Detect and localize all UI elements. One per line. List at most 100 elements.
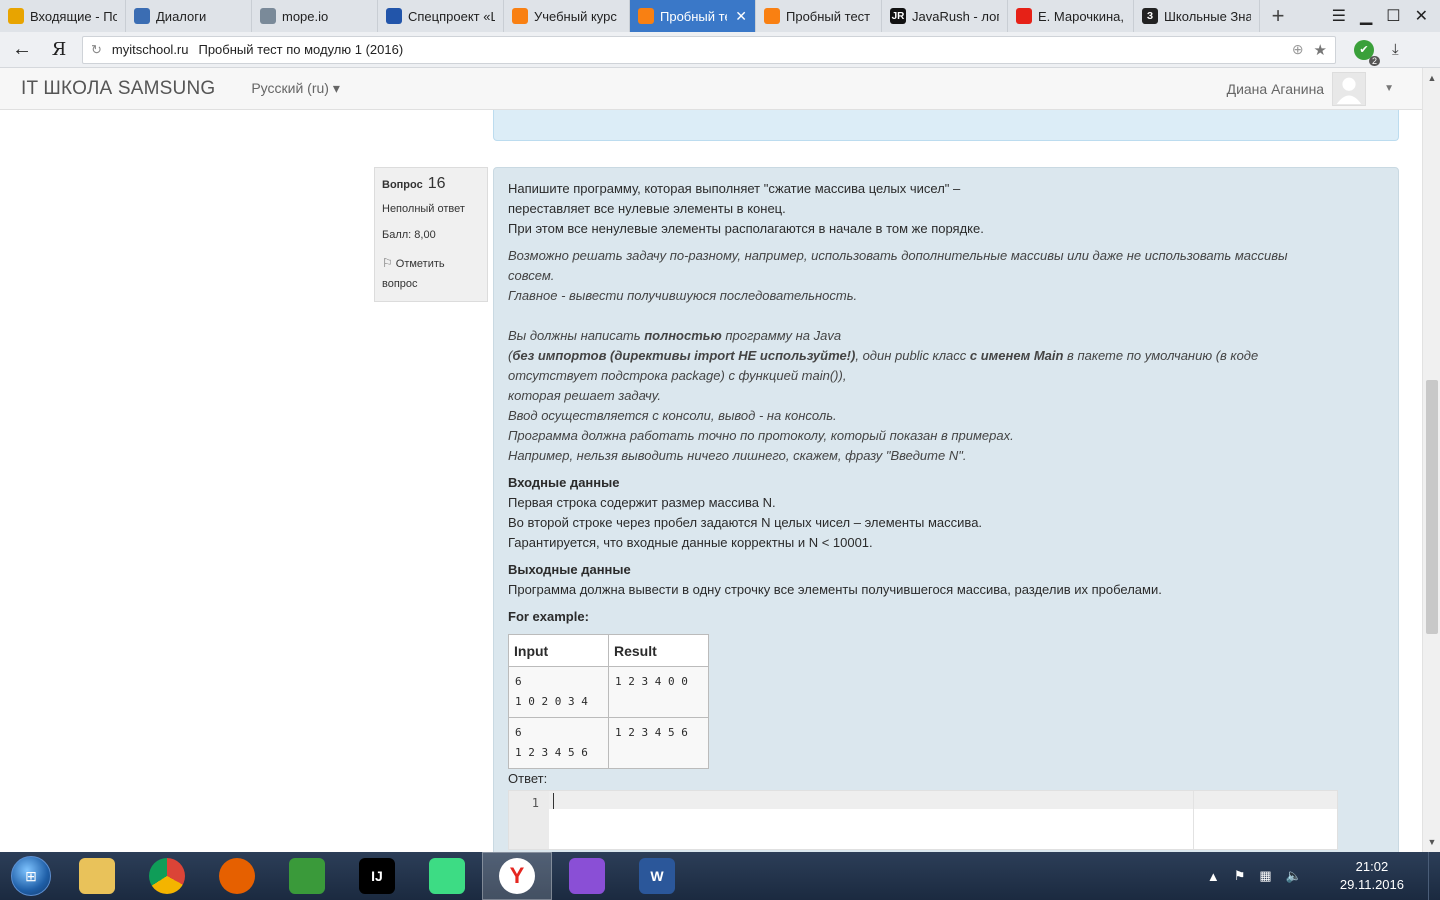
language-menu[interactable]: Русский (ru) ▾ [251, 80, 340, 97]
menu-icon[interactable]: ☰ [1332, 6, 1346, 26]
text-fragment: , один public класс [855, 348, 970, 363]
example-heading: For example: [508, 609, 589, 624]
table-header-row: Input Result [508, 634, 709, 667]
clock[interactable]: 21:02 29.11.2016 [1316, 858, 1418, 894]
new-tab-button[interactable]: + [1260, 0, 1296, 32]
browser-tab[interactable]: Е. Марочкина, [1008, 0, 1134, 32]
action-center-flag-icon[interactable]: ⚑ [1234, 868, 1246, 884]
italic-line: совсем. [508, 268, 555, 283]
tray-expand-icon[interactable]: ▲ [1207, 869, 1220, 884]
code-editor[interactable]: 1 [508, 790, 1338, 850]
tab-label: mope.io [282, 8, 329, 24]
site-brand[interactable]: IT ШКОЛА SAMSUNG [21, 78, 215, 100]
text-line: При этом все ненулевые элементы располаг… [508, 221, 984, 236]
question-number-value: 16 [427, 175, 446, 192]
show-desktop-button[interactable] [1428, 852, 1440, 900]
yandex-logo[interactable]: Я [44, 39, 74, 60]
browser-tab[interactable]: З Школьные Зна [1134, 0, 1260, 32]
taskbar-app[interactable] [62, 852, 132, 900]
scroll-down-arrow[interactable]: ▼ [1423, 834, 1440, 850]
minimize-icon[interactable]: ▁ [1360, 6, 1372, 26]
chat-icon [134, 8, 150, 24]
browser-tab[interactable]: Пробный те ✕ [630, 0, 756, 32]
protect-shield-icon[interactable]: ✔ 2 [1354, 39, 1380, 66]
reader-mode-icon[interactable]: ⊕ [1292, 41, 1304, 58]
user-caret-icon[interactable]: ▼ [1384, 83, 1394, 94]
question-label: Вопрос [382, 179, 423, 191]
taskbar-app[interactable] [412, 852, 482, 900]
browser-tab[interactable]: Учебный курс [504, 0, 630, 32]
flag-question-link[interactable]: ⚐ Отметить вопрос [382, 253, 480, 294]
start-button[interactable]: ⊞ [0, 852, 62, 900]
firefox-icon [219, 858, 255, 894]
reload-icon[interactable]: ↻ [91, 42, 102, 58]
taskbar-app[interactable] [272, 852, 342, 900]
close-window-icon[interactable]: ✕ [1415, 6, 1428, 26]
italic-line: (без импортов (директивы import НЕ испол… [508, 346, 1384, 366]
browser-tab-bar: Входящие - По Диалоги mope.io Спецпроект «Ш… [0, 0, 1440, 32]
question-info: Вопрос 16 Неполный ответ Балл: 8,00 ⚐ Отм… [374, 167, 488, 302]
browser-tab[interactable]: mope.io [252, 0, 378, 32]
word-icon: W [639, 858, 675, 894]
page-scrollbar[interactable]: ▲ ▼ [1422, 68, 1440, 852]
code-area[interactable] [549, 791, 1337, 849]
browser-tab[interactable]: Пробный тест [756, 0, 882, 32]
android-studio-icon [429, 858, 465, 894]
examples-table: Input Result 6 1 0 2 0 3 4 1 2 3 4 0 0 6… [508, 634, 709, 769]
text-line: Программа должна вывести в одну строчку … [508, 582, 1162, 597]
scroll-up-arrow[interactable]: ▲ [1423, 70, 1440, 86]
flag-label-1: Отметить [395, 258, 445, 270]
italic-line: Вы должны написать полностью программу н… [508, 326, 1384, 346]
bold-fragment: с именем Main [969, 348, 1064, 363]
taskbar-apps: IJ Y W [62, 852, 692, 900]
tab-label: Диалоги [156, 8, 207, 24]
avatar[interactable] [1332, 71, 1367, 106]
taskbar-app[interactable] [202, 852, 272, 900]
user-name: Диана Аганина [1226, 80, 1325, 97]
taskbar-app[interactable]: W [622, 852, 692, 900]
text-fragment: в пакете по умолчанию (в коде [1063, 348, 1259, 363]
input-heading: Входные данные [508, 475, 620, 490]
windows-taskbar: ⊞ IJ Y W ▲ ⚑ ▦ 🔈 21:02 29.11.2016 [0, 852, 1440, 900]
question-state: Неполный ответ [382, 203, 465, 215]
mail-icon [8, 8, 24, 24]
browser-tab[interactable]: Спецпроект «Ш [378, 0, 504, 32]
text-line: Во второй строке через пробел задаются N… [508, 515, 983, 530]
output-heading: Выходные данные [508, 562, 631, 577]
network-icon[interactable]: ▦ [1259, 868, 1271, 884]
volume-icon[interactable]: 🔈 [1286, 868, 1302, 884]
youtube-icon [1016, 8, 1032, 24]
maximize-icon[interactable]: ☐ [1386, 6, 1400, 26]
flag-icon: ⚐ [382, 256, 393, 270]
browser-tab[interactable]: Диалоги [126, 0, 252, 32]
system-tray: ▲ ⚑ ▦ 🔈 21:02 29.11.2016 [1207, 858, 1428, 894]
yandex-browser-icon: Y [499, 858, 535, 894]
taskbar-app[interactable] [552, 852, 622, 900]
taskbar-app[interactable]: Y [482, 852, 552, 900]
scroll-thumb[interactable] [1426, 380, 1438, 634]
tab-label: Е. Марочкина, [1038, 8, 1125, 24]
taskbar-app[interactable] [132, 852, 202, 900]
answer-label: Ответ: [508, 771, 548, 786]
bookmark-star-icon[interactable]: ★ [1314, 41, 1327, 59]
taskbar-app[interactable]: IJ [342, 852, 412, 900]
url-field[interactable]: ↻ myitschool.ru Пробный тест по модулю 1… [82, 35, 1336, 64]
browser-tab[interactable]: JR JavaRush - логи [882, 0, 1008, 32]
moodle-icon [764, 8, 780, 24]
italic-line-blank [508, 306, 1384, 326]
browser-tab[interactable]: Входящие - По [0, 0, 126, 32]
chrome-icon [149, 858, 185, 894]
user-menu[interactable]: Диана Аганина ▼ [1226, 71, 1422, 106]
print-margin [1193, 791, 1194, 849]
italic-line: отсутствует подстрока package) с функцие… [508, 368, 847, 383]
close-tab-icon[interactable]: ✕ [735, 8, 747, 25]
download-icon[interactable]: ⤓ [1392, 41, 1399, 58]
back-button[interactable]: ← [0, 38, 44, 61]
text-line: Первая строка содержит размер массива N. [508, 495, 776, 510]
italic-line: Ввод осуществляется с консоли, вывод - н… [508, 408, 837, 423]
cell-result: 1 2 3 4 0 0 [608, 666, 709, 718]
tab-label: Спецпроект «Ш [408, 8, 495, 24]
text-line: Напишите программу, которая выполняет "с… [508, 181, 961, 196]
text-line: переставляет все нулевые элементы в коне… [508, 201, 786, 216]
active-line [549, 791, 1337, 809]
